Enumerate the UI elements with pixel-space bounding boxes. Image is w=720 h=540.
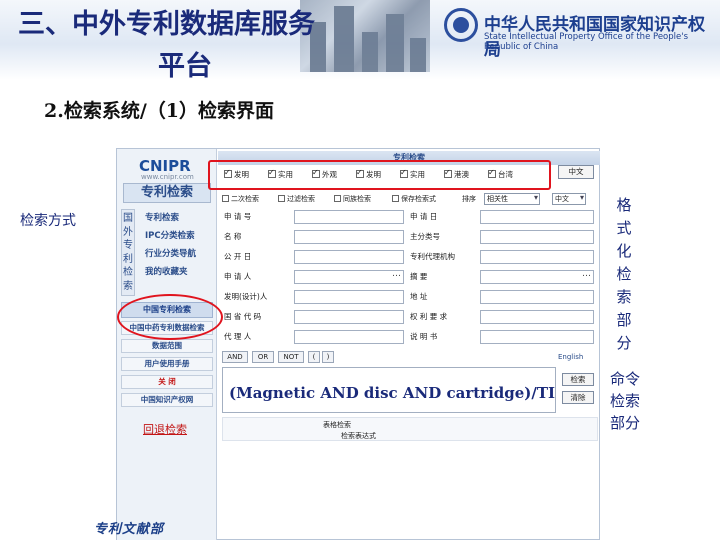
slide-title-line2: 平台 (158, 51, 212, 82)
option-sort-label: 排序 (462, 195, 476, 203)
cnipr-screenshot: CNIPR www.cnipr.com 专利检索 国外专利检索 专利检索 IPC… (116, 148, 600, 540)
address-input[interactable] (480, 290, 594, 304)
description-input[interactable] (480, 330, 594, 344)
command-expression-text: (Magnetic AND disc AND cartridge)/TI (229, 384, 556, 402)
sort-select[interactable]: 相关性 (484, 193, 540, 205)
operator-buttons-row: AND OR NOT ( ) (222, 351, 598, 363)
command-search-label: 命令 检索 部分 (610, 368, 660, 434)
search-button[interactable]: 检索 (562, 373, 594, 386)
field-label-description: 说 明 书 (410, 332, 438, 341)
op-and-button[interactable]: AND (222, 351, 248, 363)
applicant-input[interactable] (294, 269, 404, 284)
formatted-search-char: 化 (616, 242, 632, 260)
field-label-app-number: 申 请 号 (224, 212, 252, 221)
field-label-claims: 权 利 要 求 (410, 312, 448, 321)
sipo-emblem-icon (444, 8, 478, 42)
menu-favorites[interactable]: 我的收藏夹 (145, 265, 188, 277)
search-method-label: 检索方式 (20, 213, 76, 229)
formatted-search-char: 格 (616, 196, 632, 214)
formatted-search-char: 部 (616, 311, 632, 329)
field-label-agency: 专利代理机构 (410, 252, 455, 261)
menu-industry-nav[interactable]: 行业分类导航 (145, 247, 196, 259)
op-not-button[interactable]: NOT (278, 351, 304, 363)
field-label-province-code: 国 省 代 码 (224, 312, 262, 321)
op-or-button[interactable]: OR (252, 351, 274, 363)
cnipr-sidebar: CNIPR www.cnipr.com 专利检索 国外专利检索 专利检索 IPC… (117, 149, 217, 540)
pub-date-input[interactable] (294, 250, 404, 264)
formatted-search-char: 式 (616, 219, 632, 237)
back-search-link[interactable]: 回退检索 (143, 421, 187, 437)
slide-header: 三、中外专利数据库服务 平台 中华人民共和国国家知识产权局 State Inte… (0, 0, 720, 82)
inventor-input[interactable] (294, 290, 404, 304)
menu-user-manual[interactable]: 用户使用手册 (121, 357, 213, 371)
command-label-line: 检索 (610, 392, 641, 410)
title-input[interactable] (294, 230, 404, 244)
field-label-title: 名 称 (224, 232, 242, 241)
abstract-input[interactable] (480, 269, 594, 284)
china-search-highlight-ellipse (117, 294, 223, 340)
app-date-input[interactable] (480, 210, 594, 224)
foreign-patent-vertical-tab[interactable]: 国外专利检索 (121, 209, 135, 296)
slide-title-line1: 三、中外专利数据库服务 (18, 9, 315, 40)
field-label-address: 地 址 (410, 292, 428, 301)
option-secondary-search[interactable]: 二次检索 (222, 193, 259, 205)
field-label-app-date: 申 请 日 (410, 212, 438, 221)
province-code-input[interactable] (294, 310, 404, 324)
cnipr-url: www.cnipr.com (141, 173, 194, 181)
main-class-input[interactable] (480, 230, 594, 244)
command-label-line: 部分 (610, 414, 641, 432)
patent-search-tab[interactable]: 专利检索 (123, 183, 211, 203)
agent-input[interactable] (294, 330, 404, 344)
option-save-expression[interactable]: 保存检索式 (392, 193, 436, 205)
search-options-row: 二次检索 过滤检索 同族检索 保存检索式 排序 相关性 中文 (222, 193, 598, 205)
menu-close-button[interactable]: 关 闭 (121, 375, 213, 389)
field-label-main-class: 主分类号 (410, 232, 440, 241)
section-title: 2.检索系统/（1）检索界面 (44, 100, 274, 122)
database-highlight-box (208, 160, 551, 190)
option-filter-search[interactable]: 过滤检索 (278, 193, 315, 205)
option-family-search[interactable]: 同族检索 (334, 193, 371, 205)
english-link[interactable]: English (558, 353, 583, 361)
formatted-search-char: 分 (616, 334, 632, 352)
op-open-paren-button[interactable]: ( (308, 351, 320, 363)
slide-title: 三、中外专利数据库服务 平台 (18, 4, 378, 88)
app-number-input[interactable] (294, 210, 404, 224)
chinese-button[interactable]: 中文 (558, 165, 594, 179)
field-label-agent: 代 理 人 (224, 332, 252, 341)
agency-input[interactable] (480, 250, 594, 264)
menu-data-scope[interactable]: 数据范围 (121, 339, 213, 353)
table-header-expression: 检索表达式 (341, 432, 376, 440)
clear-button[interactable]: 清除 (562, 391, 594, 404)
menu-patent-search[interactable]: 专利检索 (145, 211, 179, 223)
cnipr-search-form: 专利检索 发明 实用 外观 发明 实用 港澳 台湾 中文 二次检索 过滤检索 同… (218, 149, 600, 540)
command-label-line: 命令 (610, 370, 641, 388)
menu-ipc-search[interactable]: IPC分类检索 (145, 229, 195, 241)
menu-cnipr-link[interactable]: 中国知识产权网 (121, 393, 213, 407)
formatted-search-char: 检 (616, 265, 632, 283)
field-label-applicant: 申 请 人 (224, 272, 252, 281)
table-header-form-search: 表格检索 (323, 421, 351, 429)
patent-doc-dept-label: 专利文献部 (94, 522, 165, 537)
language-select[interactable]: 中文 (552, 193, 586, 205)
command-expression-textarea[interactable]: (Magnetic AND disc AND cartridge)/TI (222, 367, 556, 413)
formatted-search-char: 索 (616, 288, 632, 306)
sipo-logo-en: State Intellectual Property Office of th… (484, 32, 689, 52)
claims-input[interactable] (480, 310, 594, 324)
field-label-abstract: 摘 要 (410, 272, 428, 281)
op-close-paren-button[interactable]: ) (322, 351, 334, 363)
field-label-pub-date: 公 开 日 (224, 252, 252, 261)
formatted-search-label: 格 式 化 检 索 部 分 (614, 194, 634, 355)
expression-table-header: 表格检索 检索表达式 (222, 417, 598, 441)
field-label-inventor: 发明(设计)人 (224, 292, 268, 301)
